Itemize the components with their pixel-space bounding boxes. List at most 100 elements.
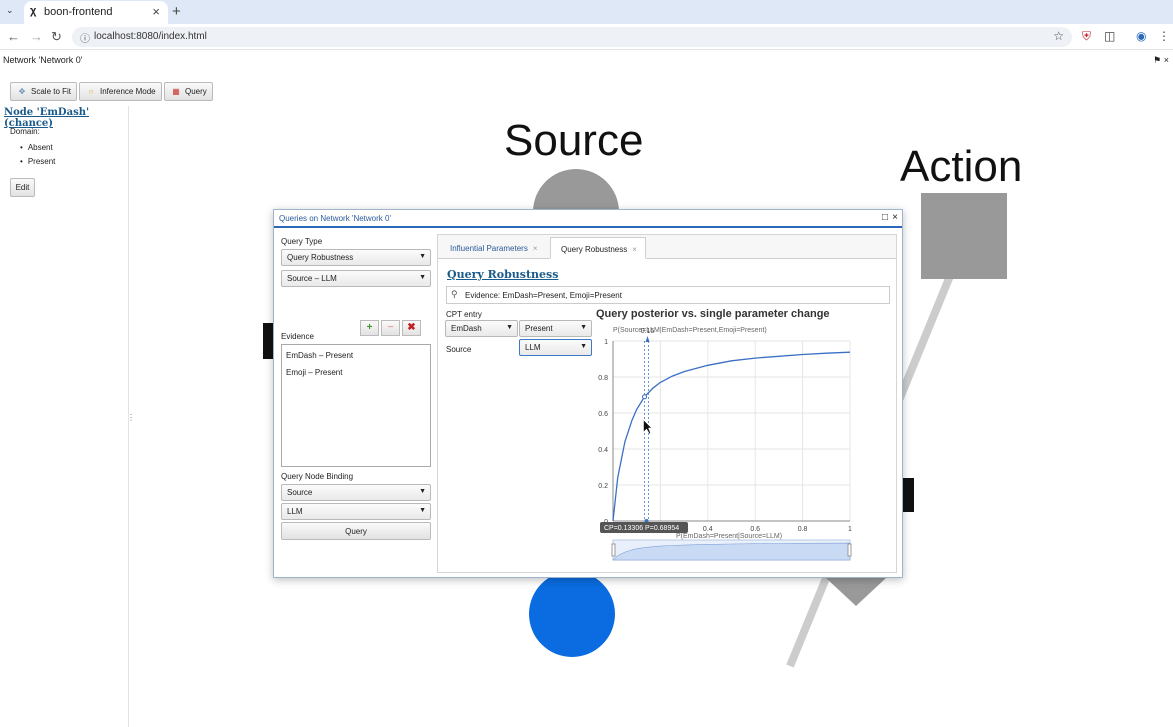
back-icon[interactable]: ← — [7, 29, 20, 44]
x-axis-label: P(EmDash=Present|Source=LLM) — [676, 533, 782, 540]
tab-label: Influential Parameters — [450, 244, 528, 253]
address-bar: ← → ↻ ⓘ localhost:8080/index.html ☆ ⛨ ◫ … — [0, 24, 1173, 50]
brush-handle-right — [847, 543, 852, 557]
inference-mode-label: Inference Mode — [100, 87, 156, 96]
query-dialog: Queries on Network 'Network 0' □ × Query… — [273, 209, 903, 578]
y-tick-label: 1 — [604, 339, 608, 346]
cpt-parent-label: Source — [446, 345, 472, 354]
query-type-select[interactable]: Query Robustness ▼ — [281, 249, 431, 266]
dialog-title: Queries on Network 'Network 0' — [279, 214, 391, 223]
marker-label: 0.15 — [641, 328, 655, 335]
profile-icon[interactable]: ◉ — [1136, 29, 1146, 43]
tab-influential-parameters[interactable]: Influential Parameters × — [440, 237, 550, 259]
brush-handle-left — [611, 543, 616, 557]
remove-evidence-button[interactable]: − — [381, 320, 400, 336]
list-item[interactable]: EmDash – Present — [286, 351, 353, 360]
chevron-down-icon: ▼ — [419, 507, 426, 514]
browser-tab[interactable]: χ boon-frontend × — [24, 1, 168, 24]
close-network-icon[interactable]: × — [1164, 55, 1169, 65]
cpt-node-value: EmDash — [451, 324, 482, 333]
query-toolbar-button[interactable]: ▦ Query — [164, 82, 213, 101]
evidence-summary-text: Evidence: EmDash=Present, Emoji=Present — [465, 291, 622, 300]
query-target-select[interactable]: Source – LLM ▼ — [281, 270, 431, 287]
extensions-puzzle-icon[interactable]: ◫ — [1104, 29, 1115, 43]
node-triangle-shape[interactable] — [826, 578, 886, 606]
scale-to-fit-label: Scale to Fit — [31, 87, 72, 96]
x-tick-label: 0.8 — [798, 526, 808, 533]
binding-state-value: LLM — [287, 507, 303, 516]
url-text: localhost:8080/index.html — [94, 31, 207, 42]
dialog-header[interactable]: Queries on Network 'Network 0' □ × — [274, 210, 902, 228]
reload-icon[interactable]: ↻ — [51, 29, 62, 45]
list-item: Absent — [20, 143, 55, 152]
bookmark-star-icon[interactable]: ☆ — [1053, 29, 1064, 43]
add-evidence-button[interactable]: + — [360, 320, 379, 336]
binding-node-select[interactable]: Source ▼ — [281, 484, 431, 501]
move-arrows-icon: ✥ — [18, 87, 26, 96]
close-icon[interactable]: × — [892, 212, 898, 223]
tab-close-icon[interactable]: × — [533, 244, 538, 253]
cpt-parent-select[interactable]: LLM ▼ — [519, 339, 592, 356]
scale-to-fit-button[interactable]: ✥ Scale to Fit — [10, 82, 78, 101]
y-tick-label: 0.2 — [598, 483, 608, 490]
query-toolbar-label: Query — [185, 87, 207, 96]
chart-title: Query posterior vs. single parameter cha… — [596, 308, 830, 320]
binding-state-select[interactable]: LLM ▼ — [281, 503, 431, 520]
robustness-chart[interactable]: 00.20.40.60.810.40.60.81P(Source=LLM|EmD… — [586, 323, 886, 571]
cpt-node-select[interactable]: EmDash ▼ — [445, 320, 518, 337]
chevron-down-icon: ▼ — [419, 253, 426, 260]
menu-kebab-icon[interactable]: ⋮ — [1158, 29, 1170, 43]
chevron-down-icon: ▼ — [419, 488, 426, 495]
clear-evidence-button[interactable]: ✖ — [402, 320, 421, 336]
list-item: Present — [20, 157, 56, 166]
y-tick-label: 0.8 — [598, 375, 608, 382]
y-tick-label: 0.4 — [598, 447, 608, 454]
node-action-shape[interactable] — [921, 193, 1007, 279]
query-config-panel: Query Type Query Robustness ▼ Source – LL… — [280, 234, 432, 554]
chart-icon: ▦ — [172, 87, 180, 96]
extension-shield-icon[interactable]: ⛨ — [1082, 29, 1091, 44]
binding-label: Query Node Binding — [281, 472, 354, 481]
node-blue-shape[interactable] — [529, 571, 615, 657]
x-tick-label: 0.4 — [703, 526, 713, 533]
forward-icon[interactable]: → — [30, 29, 43, 44]
y-tick-label: 0.6 — [598, 411, 608, 418]
chevron-down-icon: ▼ — [419, 274, 426, 281]
domain-list: Absent Present — [20, 143, 56, 171]
new-tab-icon[interactable]: + — [172, 3, 181, 20]
inference-mode-button[interactable]: ○ Inference Mode — [79, 82, 162, 101]
favicon-icon: χ — [30, 5, 37, 17]
evidence-label: Evidence — [281, 332, 314, 341]
evidence-summary: ⚲ Evidence: EmDash=Present, Emoji=Presen… — [446, 286, 890, 304]
tab-query-robustness[interactable]: Query Robustness × — [550, 237, 646, 259]
tab-close-icon[interactable]: × — [152, 4, 160, 19]
browser-tabstrip: ⌄ χ boon-frontend × + — [0, 0, 1173, 24]
node-label-action: Action — [900, 142, 1023, 191]
binding-node-value: Source — [287, 488, 313, 497]
query-button[interactable]: Query — [281, 522, 431, 540]
url-field[interactable]: ⓘ localhost:8080/index.html ☆ — [72, 27, 1072, 47]
marker-arrow — [645, 336, 650, 342]
node-properties-panel: Node 'EmDash' (chance) Domain: Absent Pr… — [0, 106, 129, 727]
edit-button[interactable]: Edit — [10, 178, 35, 197]
x-tick-label: 0.6 — [750, 526, 760, 533]
tab-close-icon[interactable]: × — [632, 245, 637, 254]
data-point — [642, 394, 648, 400]
results-panel: Influential Parameters × Query Robustness… — [437, 234, 897, 573]
tab-title: boon-frontend — [44, 6, 113, 18]
cpt-state-select[interactable]: Present ▼ — [519, 320, 592, 337]
tooltip-text: CP=0.13306 P=0.68954 — [604, 525, 679, 532]
pin-icon[interactable]: ⚑ — [1153, 55, 1161, 65]
maximize-icon[interactable]: □ — [882, 212, 888, 223]
chevron-down-icon: ▼ — [506, 324, 513, 331]
search-icon: ⚲ — [451, 289, 458, 299]
tab-search-icon[interactable]: ⌄ — [6, 5, 18, 19]
window-controls: ⚑ × — [1153, 55, 1169, 66]
query-robustness-heading: Query Robustness — [447, 268, 559, 281]
cpt-state-value: Present — [525, 324, 553, 333]
evidence-list[interactable]: EmDash – Present Emoji – Present — [281, 344, 431, 467]
lightbulb-icon: ○ — [88, 87, 94, 96]
list-item[interactable]: Emoji – Present — [286, 368, 342, 377]
site-info-icon[interactable]: ⓘ — [80, 30, 90, 45]
node-label-source: Source — [504, 116, 644, 165]
